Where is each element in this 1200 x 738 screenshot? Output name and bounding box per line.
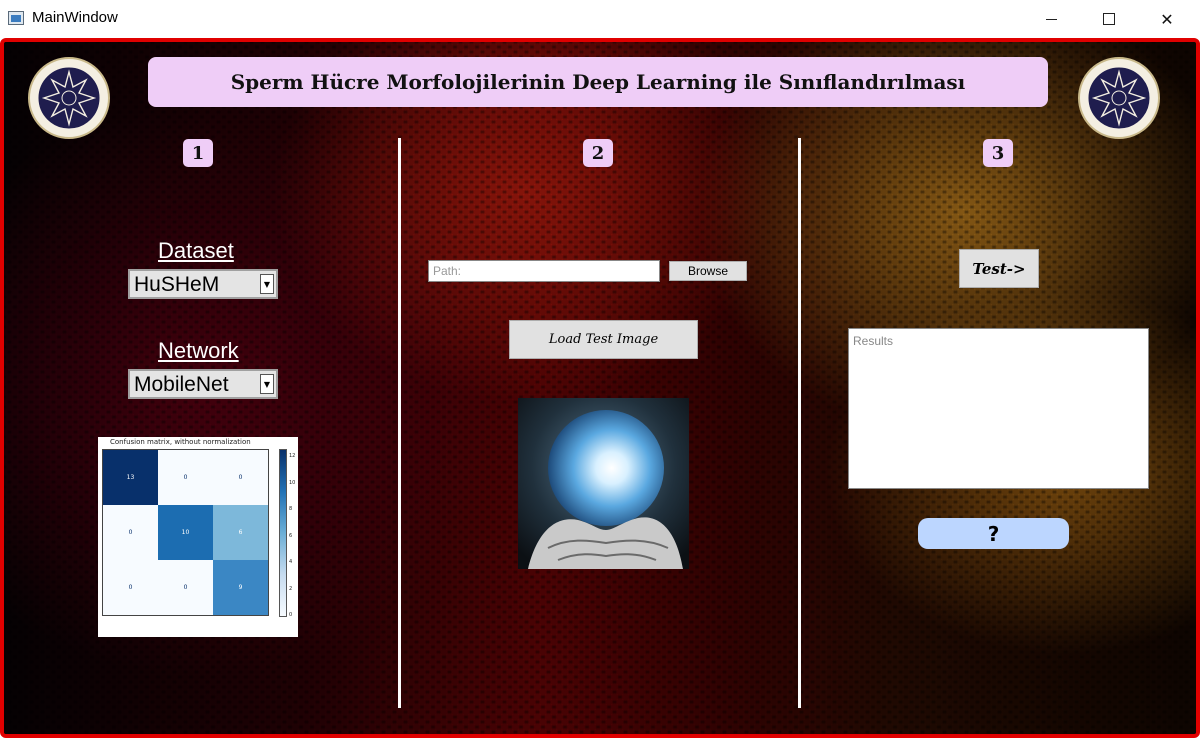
main-panel: Sperm Hücre Morfolojilerinin Deep Learni… — [0, 38, 1200, 738]
matrix-cell: 0 — [158, 560, 213, 615]
window-titlebar: MainWindow ✕ — [0, 0, 1200, 38]
app-icon — [8, 11, 24, 25]
close-button[interactable]: ✕ — [1138, 0, 1196, 38]
window-title: MainWindow — [32, 9, 118, 26]
matrix-cell: 0 — [158, 450, 213, 505]
matrix-cell: 0 — [103, 560, 158, 615]
colorbar-tick: 4 — [289, 559, 293, 565]
university-seal-icon — [28, 57, 110, 139]
colorbar-tick: 0 — [289, 612, 293, 618]
browse-button[interactable]: Browse — [669, 261, 747, 281]
dataset-label: Dataset — [158, 238, 234, 263]
colorbar-tick: 2 — [289, 586, 293, 592]
results-textarea[interactable] — [848, 328, 1149, 489]
chevron-down-icon[interactable]: ▼ — [260, 274, 274, 294]
network-select[interactable]: MobileNet ▼ — [128, 369, 278, 399]
confusion-matrix-title: Confusion matrix, without normalization — [110, 438, 251, 446]
matrix-cell: 0 — [103, 505, 158, 560]
load-test-image-button[interactable]: Load Test Image — [509, 320, 698, 359]
help-button[interactable]: ? — [918, 518, 1069, 549]
header-banner: Sperm Hücre Morfolojilerinin Deep Learni… — [148, 57, 1048, 107]
network-label: Network — [158, 338, 239, 363]
matrix-cell: 9 — [213, 560, 268, 615]
dataset-select-value: HuSHeM — [134, 273, 220, 296]
colorbar-tick: 6 — [289, 533, 293, 539]
crystal-ball-image — [518, 398, 689, 569]
test-button[interactable]: Test-> — [959, 249, 1039, 288]
dataset-select[interactable]: HuSHeM ▼ — [128, 269, 278, 299]
chevron-down-icon[interactable]: ▼ — [260, 374, 274, 394]
colorbar-tick: 10 — [289, 480, 296, 486]
confusion-matrix-grid: 13 0 0 0 10 6 0 0 9 — [102, 449, 269, 616]
matrix-cell: 13 — [103, 450, 158, 505]
minimize-button[interactable] — [1022, 0, 1080, 38]
column-divider — [798, 138, 801, 708]
matrix-cell: 10 — [158, 505, 213, 560]
column-divider — [398, 138, 401, 708]
maximize-icon — [1103, 13, 1115, 25]
matrix-cell: 6 — [213, 505, 268, 560]
step-1-badge: 1 — [183, 139, 213, 167]
matrix-cell: 0 — [213, 450, 268, 505]
colorbar-tick: 8 — [289, 506, 293, 512]
university-seal-icon — [1078, 57, 1160, 139]
close-icon: ✕ — [1160, 9, 1174, 29]
network-select-value: MobileNet — [134, 373, 229, 396]
path-input[interactable] — [428, 260, 660, 282]
minimize-icon — [1045, 18, 1057, 20]
step-3-badge: 3 — [983, 139, 1013, 167]
step-2-badge: 2 — [583, 139, 613, 167]
page-title: Sperm Hücre Morfolojilerinin Deep Learni… — [230, 70, 966, 94]
colorbar — [279, 449, 287, 617]
confusion-matrix-image: Confusion matrix, without normalization … — [98, 437, 298, 637]
colorbar-tick: 12 — [289, 453, 296, 459]
maximize-button[interactable] — [1080, 0, 1138, 38]
